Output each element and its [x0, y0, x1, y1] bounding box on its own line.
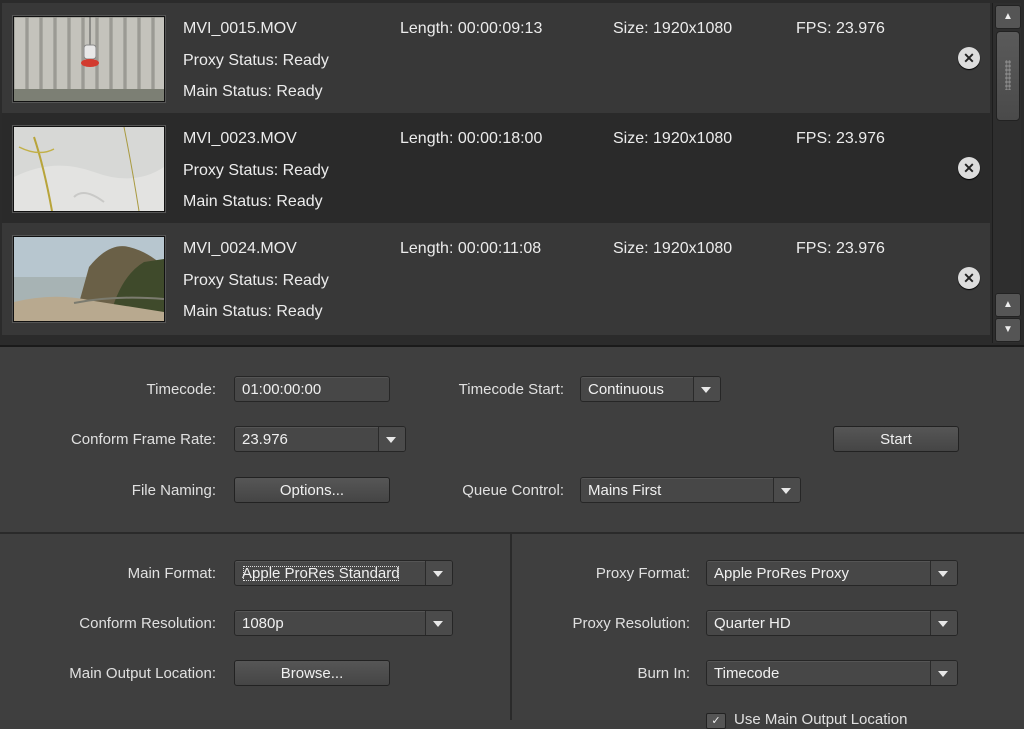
clip-length: Length: 00:00:09:13 — [400, 20, 543, 37]
main-status: Main Status: Ready — [183, 303, 323, 320]
close-icon[interactable]: ✕ — [958, 157, 980, 179]
clip-name: MVI_0015.MOV — [183, 20, 297, 37]
conform-resolution-value: 1080p — [242, 615, 284, 632]
proxy-status: Proxy Status: Ready — [183, 52, 329, 69]
scroll-down-arrow-icon[interactable]: ▼ — [995, 318, 1021, 342]
browse-button[interactable]: Browse... — [234, 660, 390, 686]
scroll-up-arrow-icon[interactable]: ▲ — [995, 293, 1021, 317]
clip-length: Length: 00:00:11:08 — [400, 240, 542, 257]
proxy-format-select[interactable]: Apple ProRes Proxy — [706, 560, 958, 586]
clip-fps: FPS: 23.976 — [796, 130, 885, 147]
conform-frame-rate-select[interactable]: 23.976 — [234, 426, 406, 452]
clip-length: Length: 00:00:18:00 — [400, 130, 543, 147]
proxy-status: Proxy Status: Ready — [183, 272, 329, 289]
main-format-value: Apple ProRes Standard — [242, 565, 400, 582]
clip-name: MVI_0024.MOV — [183, 240, 297, 257]
proxy-format-value: Apple ProRes Proxy — [714, 565, 850, 582]
queue-control-select[interactable]: Mains First — [580, 477, 801, 503]
conform-resolution-label: Conform Resolution: — [79, 615, 216, 632]
main-format-label: Main Format: — [127, 565, 216, 582]
close-icon[interactable]: ✕ — [958, 267, 980, 289]
burn-in-label: Burn In: — [637, 665, 690, 682]
timecode-input[interactable]: 01:00:00:00 — [234, 376, 390, 402]
main-status: Main Status: Ready — [183, 83, 323, 100]
conform-frame-rate-label: Conform Frame Rate: — [70, 431, 216, 448]
main-format-select[interactable]: Apple ProRes Standard — [234, 560, 453, 586]
main-settings-panel: Main Format: Apple ProRes Standard Confo… — [0, 534, 512, 720]
general-settings-panel: Timecode: 01:00:00:00 Timecode Start: Co… — [0, 347, 1024, 534]
scroll-thumb[interactable] — [996, 31, 1020, 121]
timecode-start-select[interactable]: Continuous — [580, 376, 721, 402]
clip-row[interactable]: MVI_0023.MOV Proxy Status: Ready Main St… — [2, 113, 990, 223]
proxy-status: Proxy Status: Ready — [183, 162, 329, 179]
clip-list[interactable]: MVI_0015.MOV Proxy Status: Ready Main St… — [0, 0, 1024, 347]
burn-in-value: Timecode — [714, 665, 780, 682]
timecode-start-value: Continuous — [588, 381, 664, 398]
chevron-down-icon — [386, 437, 396, 443]
clip-size: Size: 1920x1080 — [613, 130, 733, 147]
clip-thumbnail — [13, 126, 165, 212]
clip-fps: FPS: 23.976 — [796, 20, 885, 37]
scrollbar[interactable]: ▲ ▲ ▼ — [992, 3, 1021, 343]
queue-control-value: Mains First — [588, 482, 662, 499]
chevron-down-icon — [701, 387, 711, 393]
file-naming-label: File Naming: — [131, 482, 216, 499]
start-button[interactable]: Start — [833, 426, 959, 452]
clip-row[interactable]: MVI_0015.MOV Proxy Status: Ready Main St… — [2, 3, 990, 113]
chevron-down-icon — [433, 621, 443, 627]
chevron-down-icon — [938, 571, 948, 577]
clip-thumbnail — [13, 236, 165, 322]
scroll-top-arrow-icon[interactable]: ▲ — [995, 5, 1021, 29]
chevron-down-icon — [781, 488, 791, 494]
chevron-down-icon — [938, 671, 948, 677]
chevron-down-icon — [938, 621, 948, 627]
proxy-format-label: Proxy Format: — [595, 565, 690, 582]
proxy-resolution-select[interactable]: Quarter HD — [706, 610, 958, 636]
grip-icon — [1005, 60, 1011, 90]
proxy-resolution-label: Proxy Resolution: — [572, 615, 690, 632]
use-main-output-checkbox[interactable]: ✓ — [706, 713, 726, 729]
clip-name: MVI_0023.MOV — [183, 130, 297, 147]
clip-thumbnail — [13, 16, 165, 102]
proxy-settings-panel: Proxy Format: Apple ProRes Proxy Proxy R… — [512, 534, 1024, 720]
close-icon[interactable]: ✕ — [958, 47, 980, 69]
chevron-down-icon — [433, 571, 443, 577]
clip-row[interactable]: MVI_0024.MOV Proxy Status: Ready Main St… — [2, 223, 990, 335]
conform-resolution-select[interactable]: 1080p — [234, 610, 453, 636]
clip-fps: FPS: 23.976 — [796, 240, 885, 257]
timecode-start-label: Timecode Start: — [458, 381, 564, 398]
proxy-resolution-value: Quarter HD — [714, 615, 791, 632]
main-output-location-label: Main Output Location: — [69, 665, 216, 682]
burn-in-select[interactable]: Timecode — [706, 660, 958, 686]
timecode-label: Timecode: — [146, 381, 216, 398]
queue-control-label: Queue Control: — [462, 482, 564, 499]
clip-size: Size: 1920x1080 — [613, 20, 733, 37]
conform-frame-rate-value: 23.976 — [242, 431, 288, 448]
options-button[interactable]: Options... — [234, 477, 390, 503]
main-status: Main Status: Ready — [183, 193, 323, 210]
clip-size: Size: 1920x1080 — [613, 240, 733, 257]
